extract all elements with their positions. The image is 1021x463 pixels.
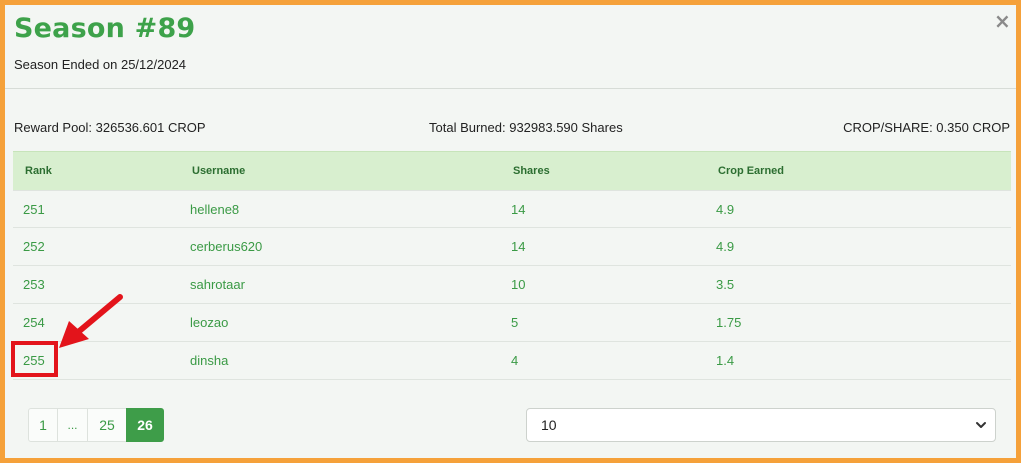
- divider: [5, 88, 1016, 89]
- page-button-1[interactable]: 1: [28, 408, 58, 442]
- shares-cell: 14: [511, 239, 526, 254]
- pagination: 1 ... 25 26: [28, 408, 164, 442]
- page-button-25[interactable]: 25: [87, 408, 127, 442]
- rank-cell: 253: [23, 277, 45, 292]
- leaderboard-table: Rank Username Shares Crop Earned 251 hel…: [13, 151, 1011, 380]
- shares-cell: 10: [511, 277, 526, 292]
- username-cell: dinsha: [190, 353, 229, 368]
- shares-cell: 5: [511, 315, 519, 330]
- table-header: Rank Username Shares Crop Earned: [13, 151, 1011, 190]
- page-title: Season #89: [14, 13, 196, 44]
- table-row: 251 hellene8 14 4.9: [13, 190, 1011, 228]
- page-size-select[interactable]: 10: [526, 408, 996, 442]
- table-row: 253 sahrotaar 10 3.5: [13, 266, 1011, 304]
- crop-earned-cell: 1.75: [716, 315, 742, 330]
- highlight-box: [11, 341, 58, 377]
- total-burned: Total Burned: 932983.590 Shares: [429, 120, 623, 135]
- shares-cell: 14: [511, 201, 526, 217]
- table-row: 254 leozao 5 1.75: [13, 304, 1011, 342]
- header-rank[interactable]: Rank: [25, 165, 52, 177]
- username-cell: cerberus620: [190, 239, 263, 254]
- rank-cell: 252: [23, 239, 45, 254]
- table-row: 252 cerberus620 14 4.9: [13, 228, 1011, 266]
- rank-cell: 251: [23, 201, 45, 217]
- crop-earned-cell: 4.9: [716, 201, 735, 217]
- page-size-value: 10: [541, 417, 557, 433]
- chevron-down-icon: [976, 422, 986, 428]
- header-crop-earned[interactable]: Crop Earned: [718, 165, 784, 177]
- close-icon[interactable]: ×: [994, 11, 1011, 31]
- reward-pool: Reward Pool: 326536.601 CROP: [14, 120, 206, 135]
- rank-cell: 254: [23, 315, 45, 330]
- username-cell: leozao: [190, 315, 229, 330]
- crop-earned-cell: 4.9: [716, 239, 735, 254]
- crop-per-share: CROP/SHARE: 0.350 CROP: [843, 120, 1010, 135]
- arrow-annotation-icon: [59, 294, 123, 348]
- username-cell: hellene8: [190, 201, 240, 217]
- table-row: 255 dinsha 4 1.4: [13, 342, 1011, 380]
- season-modal: Season #89 Season Ended on 25/12/2024 × …: [5, 5, 1016, 458]
- page-button-26[interactable]: 26: [126, 408, 164, 442]
- page-ellipsis: ...: [57, 408, 88, 442]
- header-shares[interactable]: Shares: [513, 165, 550, 177]
- table-body: 251 hellene8 14 4.9 252 cerberus620 14 4…: [13, 190, 1011, 380]
- crop-earned-cell: 1.4: [716, 353, 735, 368]
- shares-cell: 4: [511, 353, 519, 368]
- username-cell: sahrotaar: [190, 277, 245, 292]
- header-username[interactable]: Username: [192, 165, 245, 177]
- season-end-date: Season Ended on 25/12/2024: [14, 57, 187, 72]
- crop-earned-cell: 3.5: [716, 277, 735, 292]
